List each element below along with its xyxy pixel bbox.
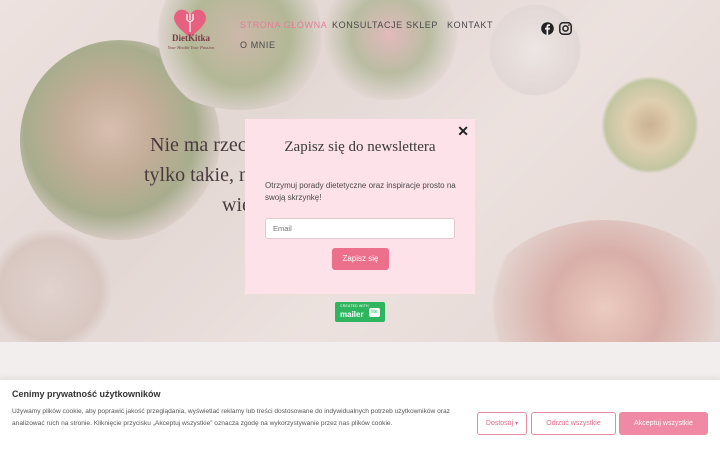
nav-item-about[interactable]: O MNIE <box>240 40 276 50</box>
site-logo[interactable]: DietKitka Your Health Your Passion <box>160 8 222 50</box>
chevron-down-icon: ▾ <box>515 421 519 427</box>
cookie-text: Używamy plików cookie, aby poprawić jako… <box>12 408 450 427</box>
brand-tagline: Your Health Your Passion <box>167 45 215 50</box>
close-icon[interactable]: ✕ <box>457 123 469 140</box>
modal-title: Zapisz się do newslettera <box>284 139 436 155</box>
facebook-icon[interactable] <box>541 22 554 35</box>
nav-item-consultations[interactable]: KONSULTACJE <box>332 20 403 30</box>
cookie-consent-bar: Cenimy prywatność użytkowników Używamy p… <box>0 380 720 450</box>
nav-item-shop[interactable]: SKLEP <box>406 20 438 30</box>
customize-label: Dostosuj <box>485 420 514 427</box>
brand-name: DietKitka <box>172 33 210 43</box>
page: DietKitka Your Health Your Passion STRON… <box>0 0 720 450</box>
instagram-icon[interactable] <box>559 22 572 35</box>
nav-item-home[interactable]: STRONA GŁÓWNA <box>240 20 327 30</box>
customize-button[interactable]: Dostosuj ▾ <box>477 412 527 435</box>
modal-description: Otrzymuj porady dietetyczne oraz inspira… <box>265 181 456 202</box>
badge-brand: mailer <box>340 310 364 319</box>
mailerlite-badge[interactable]: CREATED WITH mailer lite <box>335 302 385 322</box>
nav-item-contact[interactable]: KONTAKT <box>447 20 493 30</box>
badge-lite: lite <box>369 308 380 317</box>
subscribe-button[interactable]: Zapisz się <box>332 248 389 270</box>
cookie-title: Cenimy prywatność użytkowników <box>12 389 161 399</box>
newsletter-modal: ✕ Zapisz się do newslettera Otrzymuj por… <box>245 119 475 294</box>
email-field[interactable] <box>265 218 455 239</box>
badge-caption: CREATED WITH <box>340 304 369 308</box>
accept-all-button[interactable]: Akceptuj wszystkie <box>619 412 708 435</box>
reject-all-button[interactable]: Odrzuć wszystkie <box>531 412 616 435</box>
